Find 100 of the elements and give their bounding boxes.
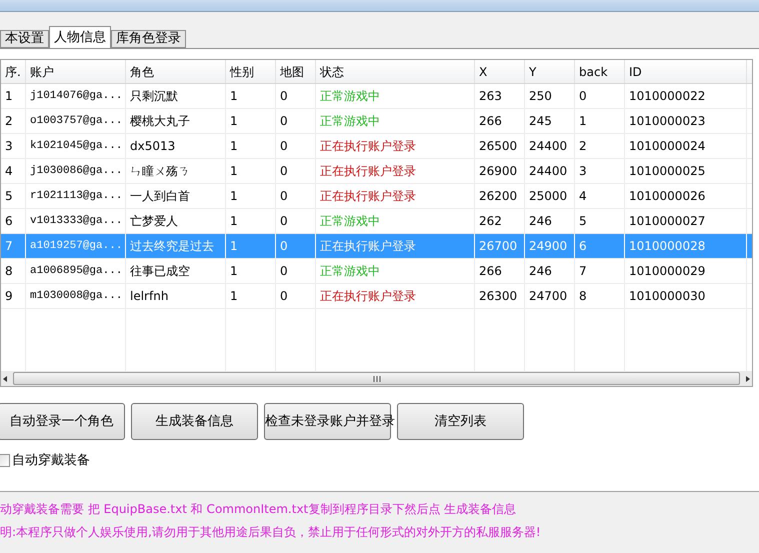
table-cell: 0	[276, 109, 316, 133]
table-row[interactable]: 1 j1014076@ga... 只剩沉默 1 0 正常游戏中 263 250 0 1010000022	[1, 84, 752, 109]
action-button[interactable]: 清空列表	[397, 403, 524, 440]
table-cell: 25000	[525, 184, 575, 208]
checkbox-label[interactable]: 自动穿戴装备	[12, 451, 90, 470]
table-cell: 8	[1, 259, 26, 283]
tab[interactable]: 本设置	[0, 30, 49, 48]
table-cell: 0	[276, 284, 316, 308]
table-cell: 往事已成空	[126, 259, 226, 283]
table-row[interactable]: 9 m1030008@ga... lelrfnh 1 0 正在执行账户登录 26300 24700 8 1010000030	[1, 284, 752, 309]
table-cell: 0	[276, 159, 316, 183]
table-cell: 26700	[475, 234, 525, 258]
table-cell: 266	[475, 109, 525, 133]
table-cell: m1030008@ga...	[26, 284, 126, 308]
tab[interactable]: 库角色登录	[111, 30, 186, 48]
table-cell: 0	[276, 259, 316, 283]
horizontal-scrollbar[interactable]	[1, 371, 752, 386]
table-cell: 1010000028	[625, 234, 747, 258]
table-cell: 26300	[475, 284, 525, 308]
table-cell: 7	[1, 234, 26, 258]
column-header[interactable]: Y	[525, 60, 575, 83]
table-cell: 2	[1, 109, 26, 133]
table-cell: 0	[276, 234, 316, 258]
table-cell: 正常游戏中	[316, 109, 475, 133]
table-cell: 24400	[525, 134, 575, 158]
table-cell: lelrfnh	[126, 284, 226, 308]
tab[interactable]: 人物信息	[49, 26, 111, 48]
checkbox[interactable]	[0, 454, 10, 468]
table-cell: dx5013	[126, 134, 226, 158]
table-cell: 0	[276, 209, 316, 233]
table-row[interactable]: 2 o1003757@ga... 樱桃大丸子 1 0 正常游戏中 266 245 1 1010000023	[1, 109, 752, 134]
table-cell: 245	[525, 109, 575, 133]
table-cell: 正常游戏中	[316, 259, 475, 283]
column-header[interactable]: ID	[625, 60, 747, 83]
action-button[interactable]: 生成装备信息	[131, 403, 258, 440]
table-row[interactable]: 3 k1021045@ga... dx5013 1 0 正在执行账户登录 26500 24400 2 1010000024	[1, 134, 752, 159]
table-cell: 亡梦爱人	[126, 209, 226, 233]
column-header[interactable]: 状态	[316, 60, 475, 83]
table-cell: 246	[525, 259, 575, 283]
table-cell: 24700	[525, 284, 575, 308]
table-cell: 9	[1, 284, 26, 308]
column-header[interactable]: back	[575, 60, 625, 83]
table-cell: 1	[226, 209, 276, 233]
table-cell: 正在执行账户登录	[316, 134, 475, 158]
table-cell: 3	[575, 159, 625, 183]
action-button[interactable]: 自动登录一个角色	[0, 403, 125, 440]
column-header[interactable]: 地图	[276, 60, 316, 83]
column-header[interactable]: X	[475, 60, 525, 83]
table-cell: 1010000022	[625, 84, 747, 108]
table-cell: 1010000030	[625, 284, 747, 308]
table-row[interactable]: 8 a1006895@ga... 往事已成空 1 0 正常游戏中 266 246 7 1010000029	[1, 259, 752, 284]
table-cell: 8	[575, 284, 625, 308]
table-cell: 正在执行账户登录	[316, 184, 475, 208]
table-cell: 4	[1, 159, 26, 183]
table-cell: ㄣ瞳ㄨ殇ㄋ	[126, 159, 226, 183]
table-cell: 正在执行账户登录	[316, 234, 475, 258]
table-cell: 过去终究是过去	[126, 234, 226, 258]
table-cell: j1014076@ga...	[26, 84, 126, 108]
table-cell: 1010000025	[625, 159, 747, 183]
table-cell: 0	[276, 84, 316, 108]
column-header[interactable]: 角色	[126, 60, 226, 83]
table-cell: 250	[525, 84, 575, 108]
table-cell: 6	[575, 234, 625, 258]
table-cell: 7	[575, 259, 625, 283]
table-cell: 6	[1, 209, 26, 233]
table-cell: r1021113@ga...	[26, 184, 126, 208]
table-cell: k1021045@ga...	[26, 134, 126, 158]
table-cell: 1010000026	[625, 184, 747, 208]
table-cell: 1	[226, 109, 276, 133]
table-cell: 266	[475, 259, 525, 283]
table-cell: a1019257@ga...	[26, 234, 126, 258]
table-cell: 246	[525, 209, 575, 233]
table-cell: 26900	[475, 159, 525, 183]
table-cell: o1003757@ga...	[26, 109, 126, 133]
column-header[interactable]: 账户	[26, 60, 126, 83]
table-cell: 3	[1, 134, 26, 158]
table-cell: 1	[575, 109, 625, 133]
grip-icon	[372, 376, 380, 382]
table-cell: 只剩沉默	[126, 84, 226, 108]
table-cell: 1010000024	[625, 134, 747, 158]
table-cell: 1010000029	[625, 259, 747, 283]
table-row[interactable]: 5 r1021113@ga... 一人到白首 1 0 正在执行账户登录 26200 25000 4 1010000026	[1, 184, 752, 209]
table-cell: 1	[226, 234, 276, 258]
table-cell: 1010000027	[625, 209, 747, 233]
column-header[interactable]: 性别	[226, 60, 276, 83]
table-cell: 0	[575, 84, 625, 108]
table-cell: 5	[575, 209, 625, 233]
table-cell: 1	[226, 134, 276, 158]
column-header[interactable]: 序.	[1, 60, 26, 83]
table-cell: v1013333@ga...	[26, 209, 126, 233]
table-row[interactable]: 4 j1030086@ga... ㄣ瞳ㄨ殇ㄋ 1 0 正在执行账户登录 26900 24400 3 1010000025	[1, 159, 752, 184]
table-cell: 1010000023	[625, 109, 747, 133]
notice-text: 动穿戴装备需要 把 EquipBase.txt 和 CommonItem.txt复制到程序目录下然后点 生成装备信息	[0, 500, 518, 518]
table-cell: 1	[1, 84, 26, 108]
table-cell: 1	[226, 259, 276, 283]
table-cell: 24400	[525, 159, 575, 183]
notice-text: 明:本程序只做个人娱乐使用,请勿用于其他用途后果自负，禁止用于任何形式的对外开方的私服服务器!	[0, 524, 542, 540]
table-cell: 2	[575, 134, 625, 158]
table-cell: 一人到白首	[126, 184, 226, 208]
table-cell: 1	[226, 159, 276, 183]
